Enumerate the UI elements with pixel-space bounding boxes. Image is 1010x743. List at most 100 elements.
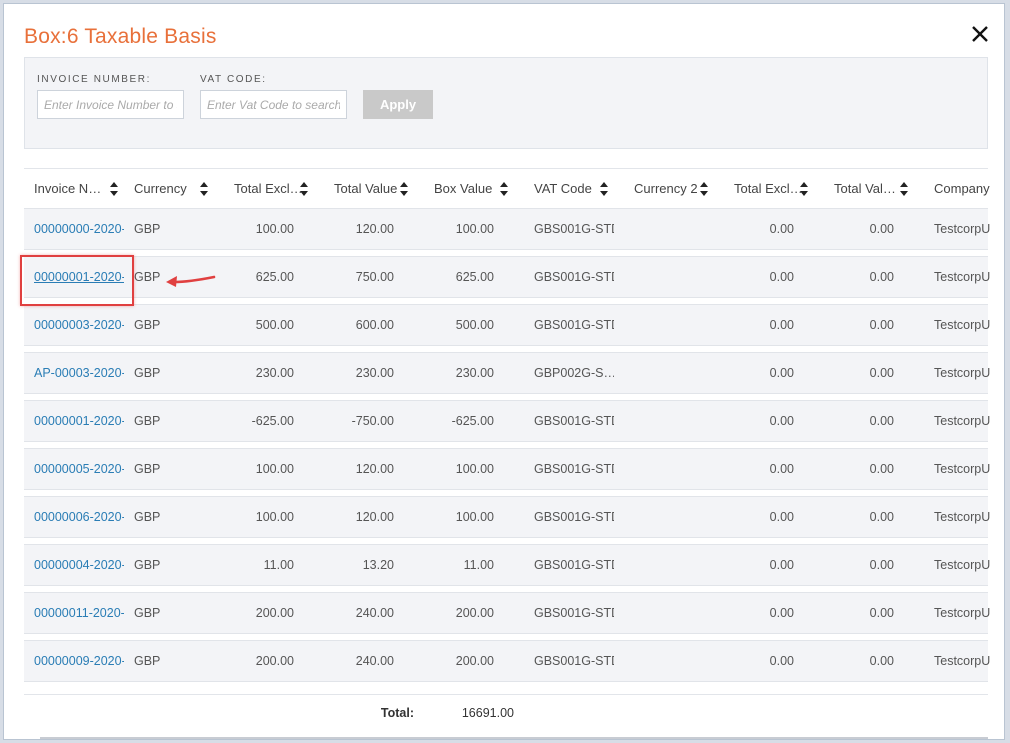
cell-company: TestcorpU <box>934 318 991 332</box>
cell-box-value: 230.00 <box>455 366 494 380</box>
sort-icon[interactable] <box>700 182 708 198</box>
table-header: Invoice N… Currency Total Excl… Total Value… <box>24 170 1004 208</box>
vat-code-input[interactable] <box>200 90 347 119</box>
cell-total-value: -750.00 <box>351 414 394 428</box>
cell-total-value: 600.00 <box>355 318 394 332</box>
cell-vat-code: GBS001G-STD <box>534 270 614 284</box>
column-header[interactable]: Invoice N… <box>34 170 112 208</box>
apply-button[interactable]: Apply <box>363 90 433 119</box>
cell-box-value: 200.00 <box>455 606 494 620</box>
column-header[interactable]: Currency <box>134 170 202 208</box>
column-header[interactable]: Company <box>934 170 1002 208</box>
invoice-link[interactable]: 00000001-2020-I <box>34 401 124 441</box>
column-header[interactable]: Total Val… <box>834 170 902 208</box>
vat-code-label: VAT CODE: <box>200 74 267 85</box>
cell-vat-code: GBP002G-S… <box>534 366 614 380</box>
cell-box-value: 100.00 <box>455 462 494 476</box>
column-header[interactable]: Box Value <box>434 170 502 208</box>
cell-company: TestcorpU <box>934 366 991 380</box>
close-icon[interactable] <box>966 20 994 48</box>
cell-total-excl2: 0.00 <box>769 366 794 380</box>
invoice-link[interactable]: AP-00003-2020-( <box>34 353 124 393</box>
cell-currency: GBP <box>134 510 161 524</box>
dialog: Box:6 Taxable Basis INVOICE NUMBER: VAT … <box>3 3 1005 740</box>
cell-total-value2: 0.00 <box>869 414 894 428</box>
total-label: Total: <box>380 706 414 720</box>
cell-vat-code: GBS001G-STD <box>534 414 614 428</box>
cell-currency: GBP <box>134 222 161 236</box>
cell-total-excl: 625.00 <box>255 270 294 284</box>
cell-total-excl2: 0.00 <box>769 462 794 476</box>
sort-icon[interactable] <box>800 182 808 198</box>
cell-total-excl: 100.00 <box>255 510 294 524</box>
invoice-number-label: INVOICE NUMBER: <box>37 74 152 85</box>
cell-vat-code: GBS001G-STD <box>534 318 614 332</box>
invoice-link[interactable]: 00000009-2020-I <box>34 641 124 681</box>
sort-icon[interactable] <box>500 182 508 198</box>
sort-icon[interactable] <box>900 182 908 198</box>
cell-total-value: 120.00 <box>355 462 394 476</box>
cell-box-value: 100.00 <box>455 510 494 524</box>
cell-total-value: 120.00 <box>355 510 394 524</box>
cell-vat-code: GBS001G-STD <box>534 510 614 524</box>
table-row: 00000009-2020-I GBP 200.00 240.00 200.00 GBS0… <box>24 640 990 682</box>
cell-vat-code: GBS001G-STD <box>534 462 614 476</box>
cell-currency2 <box>634 497 714 537</box>
invoice-link[interactable]: 00000003-2020-I <box>34 305 124 345</box>
cell-total-excl2: 0.00 <box>769 654 794 668</box>
cell-total-value2: 0.00 <box>869 462 894 476</box>
table-top-divider <box>24 168 988 169</box>
cell-currency: GBP <box>134 558 161 572</box>
cell-company: TestcorpU <box>934 462 991 476</box>
sort-icon[interactable] <box>300 182 308 198</box>
cell-total-excl2: 0.00 <box>769 510 794 524</box>
cell-currency: GBP <box>134 366 161 380</box>
cell-company: TestcorpU <box>934 270 991 284</box>
cell-total-value2: 0.00 <box>869 510 894 524</box>
table-row: 00000005-2020-I GBP 100.00 120.00 100.00 GBS0… <box>24 448 990 490</box>
invoice-link[interactable]: 00000005-2020-I <box>34 449 124 489</box>
cell-currency: GBP <box>134 414 161 428</box>
cell-total-excl: 100.00 <box>255 462 294 476</box>
sort-icon[interactable] <box>600 182 608 198</box>
cell-total-value2: 0.00 <box>869 270 894 284</box>
invoice-link[interactable]: 00000006-2020-I <box>34 497 124 537</box>
column-header[interactable]: Currency 2 <box>634 170 702 208</box>
table-row: 00000004-2020-I GBP 11.00 13.20 11.00 GBS001G… <box>24 544 990 586</box>
cell-vat-code: GBS001G-STD <box>534 606 614 620</box>
sort-icon[interactable] <box>110 182 118 198</box>
cell-box-value: 500.00 <box>455 318 494 332</box>
cell-total-value: 240.00 <box>355 606 394 620</box>
table-row: AP-00003-2020-(GBP 230.00 230.00 230.00 GBP0… <box>24 352 990 394</box>
cell-total-value: 750.00 <box>355 270 394 284</box>
cell-box-value: -625.00 <box>451 414 494 428</box>
sort-icon[interactable] <box>200 182 208 198</box>
cell-currency2 <box>634 401 714 441</box>
cell-currency2 <box>634 305 714 345</box>
total-value: 16691.00 <box>461 706 514 720</box>
invoice-link[interactable]: 00000011-2020-I <box>34 593 124 633</box>
cell-company: TestcorpU <box>934 510 991 524</box>
invoice-link[interactable]: 00000000-2020-I <box>34 209 124 249</box>
highlight-box <box>20 255 134 306</box>
cell-currency: GBP <box>134 462 161 476</box>
cell-total-value2: 0.00 <box>869 366 894 380</box>
sort-icon[interactable] <box>400 182 408 198</box>
cell-currency2 <box>634 593 714 633</box>
table-row: 00000006-2020-I GBP 100.00 120.00 100.00 GBS0… <box>24 496 990 538</box>
cell-total-value: 240.00 <box>355 654 394 668</box>
cell-total-value: 230.00 <box>355 366 394 380</box>
cell-total-excl: 200.00 <box>255 606 294 620</box>
cell-vat-code: GBS001G-STD <box>534 558 614 572</box>
cell-total-excl2: 0.00 <box>769 318 794 332</box>
table-row: 00000011-2020-I GBP 200.00 240.00 200.00 GBS0… <box>24 592 990 634</box>
column-header[interactable]: Total Excl… <box>734 170 802 208</box>
invoice-link[interactable]: 00000004-2020-I <box>34 545 124 585</box>
invoice-number-input[interactable] <box>37 90 184 119</box>
horizontal-scrollbar[interactable] <box>40 737 988 739</box>
cell-currency2 <box>634 209 714 249</box>
column-header[interactable]: Total Value <box>334 170 402 208</box>
cell-currency2 <box>634 353 714 393</box>
column-header[interactable]: Total Excl… <box>234 170 302 208</box>
column-header[interactable]: VAT Code <box>534 170 602 208</box>
